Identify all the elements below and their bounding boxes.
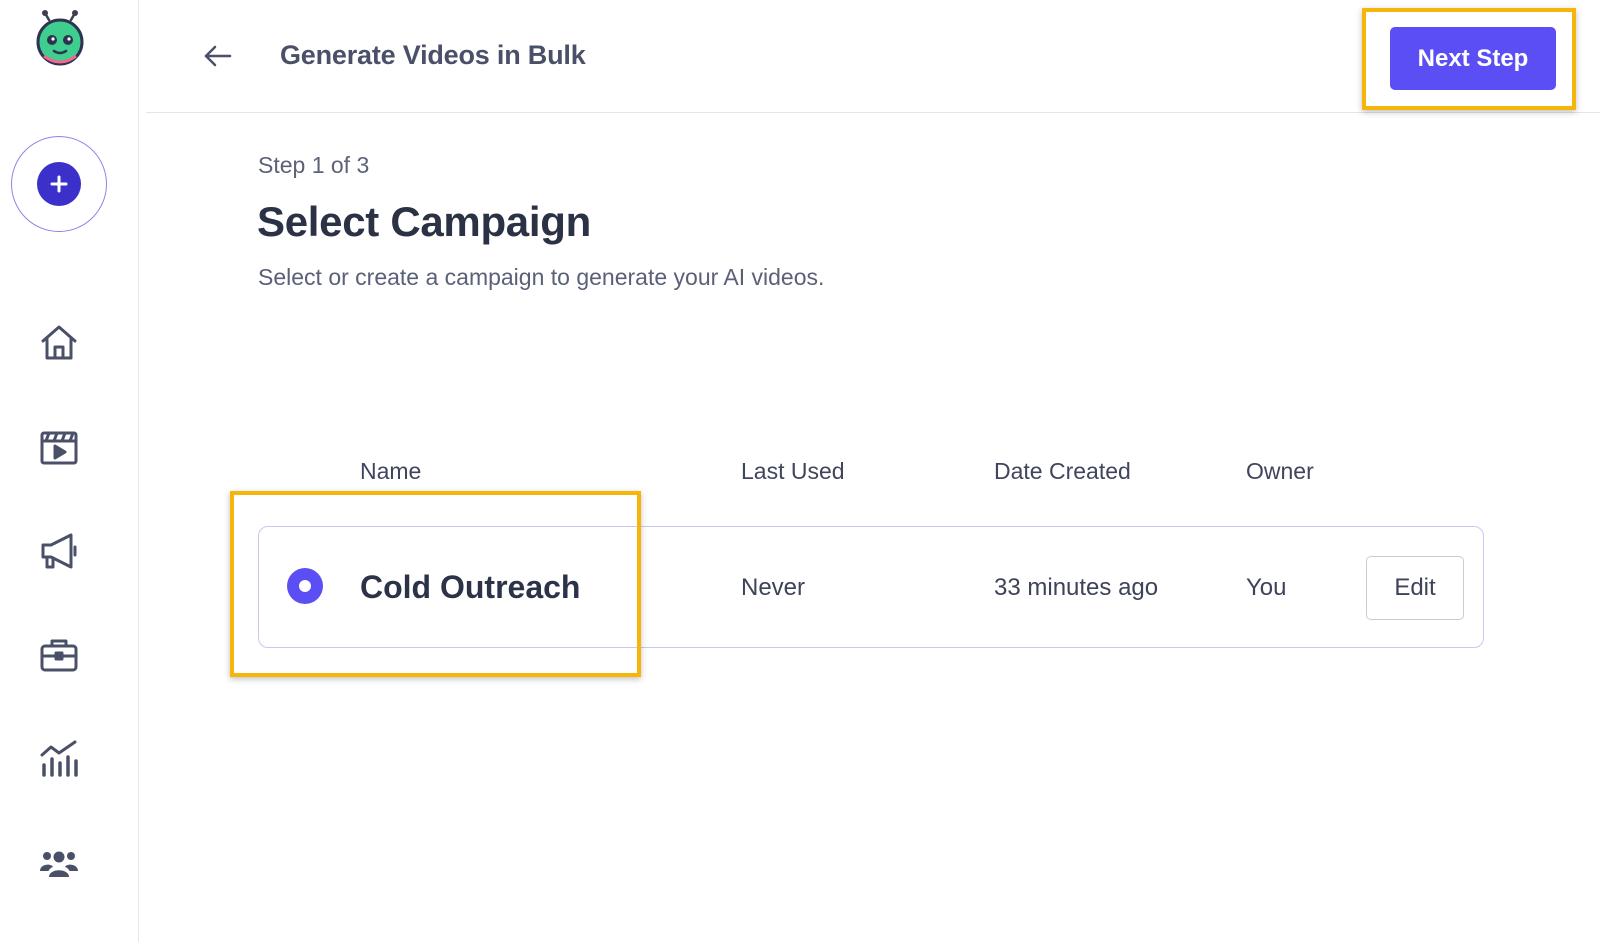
create-button[interactable] [11,136,107,232]
sidebar-item-videos[interactable] [34,422,84,472]
sidebar-item-home[interactable] [34,318,84,368]
column-header-date-created: Date Created [994,458,1131,484]
column-header-owner: Owner [1246,458,1314,484]
analytics-icon [40,740,78,777]
sidebar-item-campaigns[interactable] [34,526,84,576]
robot-logo-icon[interactable] [30,8,90,68]
sidebar-item-analytics[interactable] [34,734,84,784]
back-button[interactable] [198,36,238,76]
sidebar [0,0,139,942]
plus-icon [37,162,81,206]
last-used-value: Never [741,574,806,601]
megaphone-icon [41,533,77,569]
page-title: Select Campaign [257,198,591,245]
date-created-value: 33 minutes ago [994,574,1159,601]
team-icon [40,851,78,877]
owner-value: You [1246,574,1287,601]
step-indicator: Step 1 of 3 [258,152,370,178]
header-title: Generate Videos in Bulk [280,40,586,70]
edit-button[interactable]: Edit [1366,556,1464,620]
arrow-left-icon [204,45,232,67]
page-subtitle: Select or create a campaign to generate … [258,264,825,290]
column-header-last-used: Last Used [741,458,845,484]
sidebar-item-workspace[interactable] [34,630,84,680]
next-step-button[interactable]: Next Step [1390,27,1556,90]
column-header-name: Name [360,458,422,484]
briefcase-icon [40,639,78,672]
home-icon [41,325,77,360]
video-icon [40,431,78,465]
sidebar-item-team[interactable] [34,838,84,888]
campaign-name-highlight [230,491,641,677]
